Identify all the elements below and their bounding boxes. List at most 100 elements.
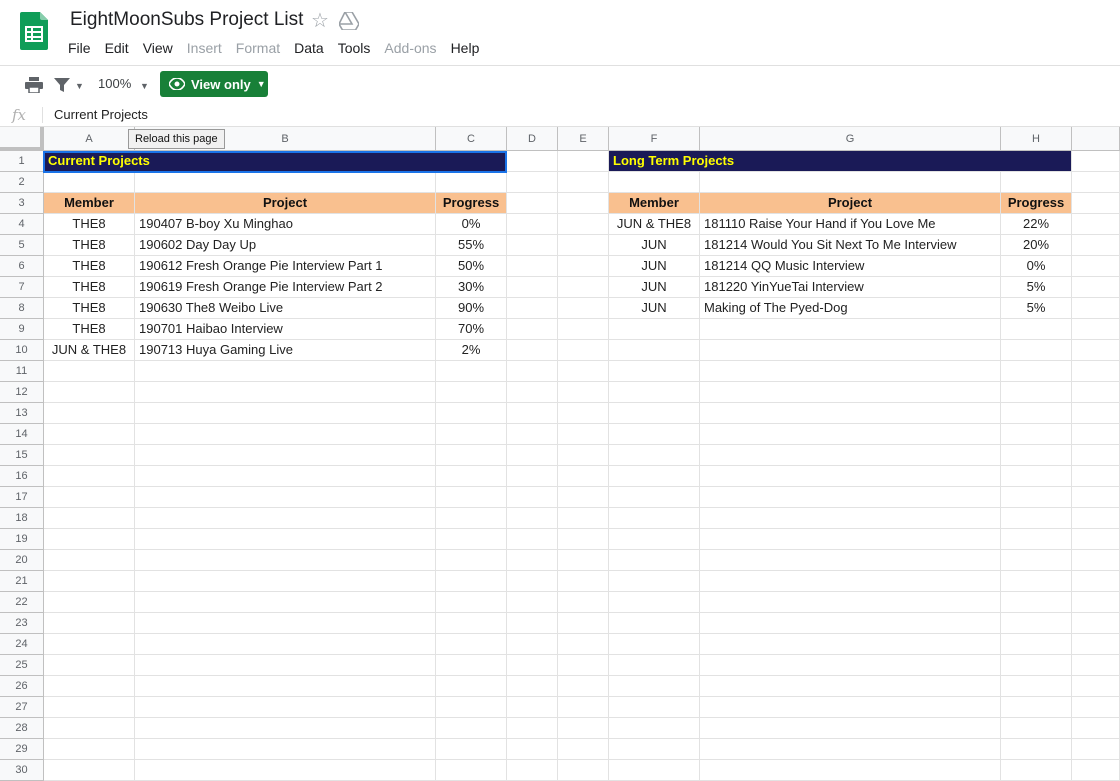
grid-cell[interactable] [1001,655,1072,676]
grid-cell[interactable] [1001,445,1072,466]
grid-cell[interactable] [436,739,507,760]
grid-cell[interactable] [1072,193,1120,214]
grid-cell[interactable] [436,424,507,445]
row-header[interactable]: 25 [0,655,44,676]
row-header[interactable]: 12 [0,382,44,403]
menu-item-addons[interactable]: Add-ons [384,40,436,56]
grid-cell[interactable] [609,571,700,592]
row-header[interactable]: 19 [0,529,44,550]
grid-cell[interactable] [609,634,700,655]
star-icon[interactable]: ☆ [311,10,329,32]
project-cell[interactable]: 181214 Would You Sit Next To Me Intervie… [700,235,1001,256]
grid-cell[interactable] [700,340,1001,361]
grid-cell[interactable] [1001,550,1072,571]
grid-cell[interactable] [700,571,1001,592]
grid-cell[interactable] [44,508,135,529]
print-icon[interactable] [25,77,43,93]
row-header[interactable]: 5 [0,235,44,256]
current-progress-header[interactable]: Progress [436,193,507,214]
row-header[interactable]: 17 [0,487,44,508]
grid-cell[interactable] [609,529,700,550]
grid-cell[interactable] [700,550,1001,571]
grid-cell[interactable] [507,214,558,235]
grid-cell[interactable] [135,634,436,655]
grid-cell[interactable] [507,403,558,424]
grid-cell[interactable] [1001,739,1072,760]
grid-cell[interactable] [700,718,1001,739]
grid-cell[interactable] [1072,214,1120,235]
grid-cell[interactable] [1072,739,1120,760]
progress-cell[interactable]: 55% [436,235,507,256]
grid-cell[interactable] [1072,529,1120,550]
grid-cell[interactable] [44,760,135,781]
row-header[interactable]: 21 [0,571,44,592]
grid-cell[interactable] [436,697,507,718]
grid-cell[interactable] [700,424,1001,445]
grid-cell[interactable] [558,361,609,382]
grid-cell[interactable] [135,676,436,697]
grid-cell[interactable] [507,655,558,676]
grid-cell[interactable] [507,340,558,361]
grid-cell[interactable] [436,529,507,550]
project-cell[interactable]: 190713 Huya Gaming Live [135,340,436,361]
row-header[interactable]: 29 [0,739,44,760]
grid-cell[interactable] [44,592,135,613]
grid-cell[interactable] [1001,487,1072,508]
grid-cell[interactable] [507,256,558,277]
grid-cell[interactable] [609,508,700,529]
member-cell[interactable]: JUN & THE8 [44,340,135,361]
grid-cell[interactable] [44,487,135,508]
grid-cell[interactable] [135,550,436,571]
grid-cell[interactable] [609,361,700,382]
project-cell[interactable]: 190407 B-boy Xu Minghao [135,214,436,235]
grid-cell[interactable] [507,466,558,487]
grid-cell[interactable] [1072,760,1120,781]
grid-cell[interactable] [135,529,436,550]
drive-icon[interactable] [339,12,359,30]
menu-item-data[interactable]: Data [294,40,324,56]
sheets-logo-icon[interactable] [20,12,48,50]
grid-cell[interactable] [558,298,609,319]
longterm-progress-header[interactable]: Progress [1001,193,1072,214]
grid-cell[interactable] [1072,508,1120,529]
grid-cell[interactable] [44,466,135,487]
row-header[interactable]: 6 [0,256,44,277]
grid-cell[interactable] [507,592,558,613]
column-header-h[interactable]: H [1001,127,1072,151]
grid-cell[interactable] [44,550,135,571]
grid-cell[interactable] [700,634,1001,655]
menu-item-help[interactable]: Help [451,40,480,56]
grid-cell[interactable] [558,214,609,235]
grid-cell[interactable] [507,634,558,655]
grid-cell[interactable] [609,403,700,424]
grid-cell[interactable] [1072,466,1120,487]
grid-cell[interactable] [1072,571,1120,592]
grid-cell[interactable] [135,592,436,613]
row-header[interactable]: 11 [0,361,44,382]
grid-cell[interactable] [1072,613,1120,634]
grid-cell[interactable] [44,529,135,550]
grid-cell[interactable] [609,760,700,781]
grid-cell[interactable] [1001,172,1072,193]
grid-cell[interactable] [558,718,609,739]
grid-cell[interactable] [507,676,558,697]
grid-cell[interactable] [700,529,1001,550]
grid-cell[interactable] [558,592,609,613]
row-header[interactable]: 1 [0,151,44,172]
grid-cell[interactable] [1001,634,1072,655]
grid-cell[interactable] [700,676,1001,697]
grid-cell[interactable] [1072,172,1120,193]
grid-cell[interactable] [135,697,436,718]
grid-cell[interactable] [609,487,700,508]
project-cell[interactable]: 190602 Day Day Up [135,235,436,256]
grid-cell[interactable] [609,466,700,487]
grid-cell[interactable] [436,508,507,529]
filter-icon[interactable] [54,77,70,93]
row-header[interactable]: 3 [0,193,44,214]
grid-cell[interactable] [436,382,507,403]
grid-cell[interactable] [609,739,700,760]
grid-cell[interactable] [44,613,135,634]
progress-cell[interactable]: 22% [1001,214,1072,235]
grid-cell[interactable] [558,382,609,403]
grid-cell[interactable] [700,172,1001,193]
